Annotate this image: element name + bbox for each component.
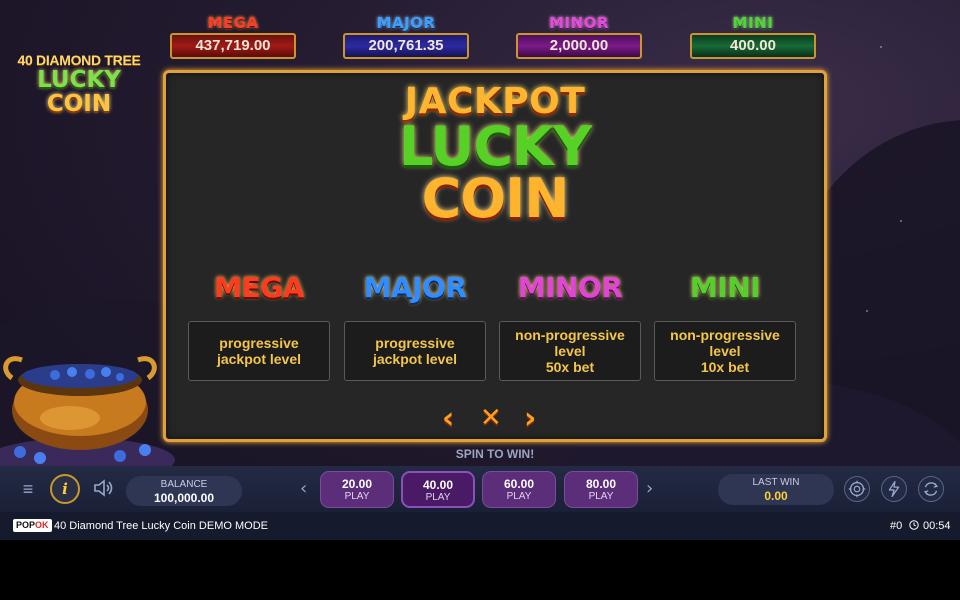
bet-option[interactable]: 60.00 PLAY xyxy=(482,471,556,508)
meter-value: 200,761.35 xyxy=(343,33,469,59)
tier-line: progressive xyxy=(219,335,299,351)
background-sparkle xyxy=(900,220,902,222)
tier-major: MAJOR progressive jackpot level xyxy=(344,271,486,383)
last-win-value: 0.00 xyxy=(764,489,788,503)
bet-option-selected[interactable]: 40.00 PLAY xyxy=(401,471,475,508)
meter-title: MINOR xyxy=(549,14,609,32)
bet-next-arrow[interactable]: › xyxy=(646,478,653,499)
demo-mode-label: DEMO MODE xyxy=(198,520,268,532)
tier-line: level xyxy=(554,343,586,359)
brand-text: OK xyxy=(35,520,49,530)
bet-label: PLAY xyxy=(344,491,370,502)
background-sparkle xyxy=(880,46,882,48)
provider-logo: POPOK xyxy=(13,519,52,532)
turbo-lightning-icon[interactable] xyxy=(881,476,907,502)
logo-line: LUCKY xyxy=(37,67,121,93)
bet-label: PLAY xyxy=(425,492,451,503)
tier-line: jackpot level xyxy=(216,351,302,367)
meter-title: MINI xyxy=(732,14,774,32)
tier-description: progressive jackpot level xyxy=(344,321,486,381)
bet-label: PLAY xyxy=(588,491,614,502)
next-page-icon[interactable]: › xyxy=(524,401,536,436)
info-icon[interactable]: i xyxy=(50,474,80,504)
footer-bar: POPOK 40 Diamond Tree Lucky Coin DEMO MO… xyxy=(0,512,960,540)
tier-line: non-progressive xyxy=(515,327,625,343)
balance-label: BALANCE xyxy=(160,479,208,490)
tier-description: non-progressive level 10x bet xyxy=(654,321,796,381)
meter-title: MAJOR xyxy=(376,14,436,32)
last-win-label: LAST WIN xyxy=(752,477,800,488)
bet-prev-arrow[interactable]: ‹ xyxy=(300,478,307,499)
tier-line: 50x bet xyxy=(545,359,595,375)
autoplay-icon[interactable] xyxy=(844,476,870,502)
tier-mega: MEGA progressive jackpot level xyxy=(188,271,330,383)
control-bar: ≡ i BALANCE 100,000.00 ‹ 20.00 PLAY 40.0… xyxy=(0,466,960,512)
game-logo: 40 DIAMOND TREE LUCKY COIN xyxy=(14,52,144,128)
menu-icon[interactable]: ≡ xyxy=(18,479,38,500)
meter-title: MEGA xyxy=(207,14,259,32)
spin-refresh-icon[interactable] xyxy=(918,476,944,502)
tier-description: progressive jackpot level xyxy=(188,321,330,381)
balance-value: 100,000.00 xyxy=(153,491,215,505)
round-number: #0 xyxy=(890,520,903,532)
balance-display: BALANCE 100,000.00 xyxy=(126,476,242,506)
logo-line: 40 DIAMOND TREE xyxy=(17,52,141,68)
tier-title: MINI xyxy=(689,271,761,304)
minor-jackpot-meter: MINOR 2,000.00 xyxy=(516,14,642,60)
tier-line: level xyxy=(709,343,741,359)
prev-page-icon[interactable]: ‹ xyxy=(442,401,454,436)
tier-minor: MINOR non-progressive level 50x bet xyxy=(499,271,641,383)
game-stage: MEGA 437,719.00 MAJOR 200,761.35 MINOR 2… xyxy=(0,0,960,540)
tier-line: non-progressive xyxy=(670,327,780,343)
clock-icon xyxy=(909,520,919,530)
mega-jackpot-meter: MEGA 437,719.00 xyxy=(170,14,296,60)
game-name: 40 Diamond Tree Lucky Coin xyxy=(54,520,196,532)
bet-option[interactable]: 80.00 PLAY xyxy=(564,471,638,508)
sound-icon[interactable] xyxy=(92,477,114,499)
bet-value: 80.00 xyxy=(585,477,617,491)
game-title: 40 Diamond Tree Lucky Coin DEMO MODE xyxy=(54,519,268,533)
meter-value: 2,000.00 xyxy=(516,33,642,59)
session-clock: 00:54 xyxy=(923,520,951,532)
tier-title: MAJOR xyxy=(363,271,467,304)
close-icon[interactable]: ✕ xyxy=(480,403,502,433)
bet-option[interactable]: 20.00 PLAY xyxy=(320,471,394,508)
tier-title: MEGA xyxy=(214,271,304,304)
tier-line: progressive xyxy=(375,335,455,351)
tier-line: 10x bet xyxy=(700,359,750,375)
brand-text: POP xyxy=(16,520,36,530)
meter-value: 400.00 xyxy=(690,33,816,59)
bet-label: PLAY xyxy=(506,491,532,502)
panel-title-lucky: LUCKY xyxy=(399,115,592,178)
panel-title-coin: COIN xyxy=(421,167,570,230)
logo-line: COIN xyxy=(46,91,112,117)
meter-value: 437,719.00 xyxy=(170,33,296,59)
tier-title: MINOR xyxy=(517,271,623,304)
panel-title: JACKPOT LUCKY COIN xyxy=(166,83,824,230)
last-win-display: LAST WIN 0.00 xyxy=(718,474,834,505)
bet-value: 20.00 xyxy=(341,477,373,491)
background-sparkle xyxy=(866,310,868,312)
major-jackpot-meter: MAJOR 200,761.35 xyxy=(343,14,469,60)
tier-line: jackpot level xyxy=(372,351,458,367)
jackpot-info-panel: JACKPOT LUCKY COIN MEGA progressive jackp… xyxy=(163,70,827,442)
tier-description: non-progressive level 50x bet xyxy=(499,321,641,381)
bet-value: 40.00 xyxy=(422,478,454,492)
spin-prompt: SPIN TO WIN! xyxy=(455,447,535,461)
mini-jackpot-meter: MINI 400.00 xyxy=(690,14,816,60)
bet-value: 60.00 xyxy=(503,477,535,491)
tier-mini: MINI non-progressive level 10x bet xyxy=(654,271,796,383)
